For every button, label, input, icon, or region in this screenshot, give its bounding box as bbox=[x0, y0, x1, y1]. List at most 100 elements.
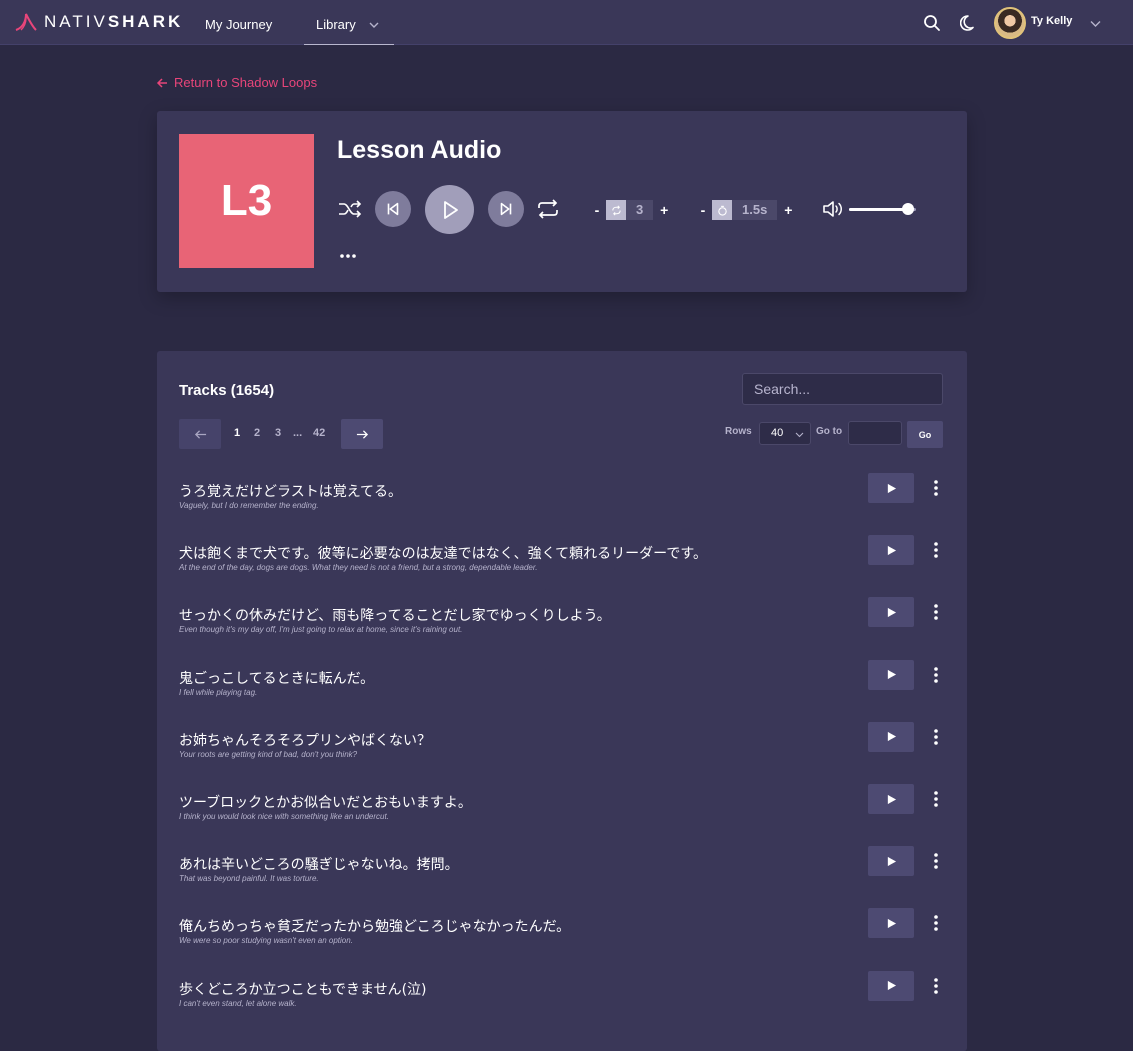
play-icon bbox=[887, 856, 896, 866]
track-more-button[interactable] bbox=[928, 850, 944, 872]
return-link-label: Return to Shadow Loops bbox=[174, 75, 318, 90]
goto-page-input[interactable] bbox=[848, 421, 902, 445]
track-translation-text: At the end of the day, dogs are dogs. Wh… bbox=[179, 563, 538, 573]
track-play-button[interactable] bbox=[868, 535, 914, 566]
volume-slider-fill bbox=[849, 208, 908, 211]
avatar[interactable] bbox=[994, 7, 1026, 39]
delay-decrease-button[interactable]: - bbox=[696, 202, 710, 218]
arrow-left-icon bbox=[156, 77, 167, 88]
track-japanese-text: ツーブロックとかお似合いだとおもいますよ。 bbox=[179, 795, 472, 811]
track-play-button[interactable] bbox=[868, 908, 914, 939]
more-vertical-icon bbox=[934, 853, 938, 869]
more-options-button[interactable] bbox=[337, 249, 359, 263]
track-more-button[interactable] bbox=[928, 726, 944, 748]
track-japanese-text: 俺んちめっちゃ貧乏だったから勉強どころじゃなかったんだ。 bbox=[179, 919, 571, 936]
track-more-button[interactable] bbox=[928, 975, 944, 997]
track-row: 犬は飽くまで犬です。彼等に必要なのは友達ではなく、強くて頼れるリーダーです。 At… bbox=[157, 535, 967, 605]
moon-icon[interactable] bbox=[959, 14, 978, 32]
search-icon[interactable] bbox=[923, 14, 941, 32]
loop-count-stepper: - 3 + bbox=[590, 200, 671, 220]
rows-per-page-select[interactable]: 40 bbox=[759, 422, 811, 445]
track-play-button[interactable] bbox=[868, 970, 914, 1001]
play-icon bbox=[443, 200, 458, 219]
pagination-prev-button[interactable] bbox=[179, 419, 221, 449]
track-japanese-text: 歩くどころか立つこともできません(泣) bbox=[179, 981, 427, 998]
more-vertical-icon bbox=[934, 480, 938, 496]
more-vertical-icon bbox=[934, 915, 938, 932]
repeat-icon bbox=[538, 199, 558, 219]
track-more-button[interactable] bbox=[928, 477, 944, 499]
next-track-button[interactable] bbox=[488, 191, 524, 227]
tracks-card: Tracks (1654) 1 2 3 ... 42 Rows 40 Go to… bbox=[157, 351, 967, 1051]
repeat-button[interactable] bbox=[535, 196, 561, 222]
play-button[interactable] bbox=[425, 185, 474, 234]
chevron-down-icon bbox=[795, 432, 804, 438]
track-more-button[interactable] bbox=[928, 912, 944, 934]
track-play-button[interactable] bbox=[868, 846, 914, 877]
track-row: 俺んちめっちゃ貧乏だったから勉強どころじゃなかったんだ。 We were so p… bbox=[157, 908, 967, 978]
loop-icon bbox=[606, 200, 626, 220]
track-row: お姉ちゃんそろそろプリンやばくない？ Your roots are getting… bbox=[157, 721, 967, 792]
delay-value: 1.5s bbox=[732, 200, 778, 220]
track-translation-text: Vaguely, but I do remember the ending. bbox=[179, 501, 319, 510]
play-icon bbox=[887, 545, 896, 555]
track-translation-text: Your roots are getting kind of bad, don'… bbox=[179, 749, 358, 759]
track-more-button[interactable] bbox=[928, 601, 944, 623]
skip-forward-icon bbox=[500, 202, 512, 216]
loop-decrease-button[interactable]: - bbox=[590, 202, 604, 218]
volume-button[interactable] bbox=[822, 199, 844, 219]
volume-slider-handle[interactable] bbox=[901, 203, 914, 215]
loop-count-value: 3 bbox=[626, 200, 654, 220]
player-title: Lesson Audio bbox=[337, 136, 502, 164]
track-play-button[interactable] bbox=[868, 721, 914, 752]
track-more-button[interactable] bbox=[928, 788, 944, 810]
return-link[interactable]: Return to Shadow Loops bbox=[156, 75, 317, 90]
pagination-page[interactable]: 2 bbox=[254, 427, 260, 439]
track-translation-text: We were so poor studying wasn't even an … bbox=[179, 936, 353, 946]
track-row: 歩くどころか立つこともできません(泣) I can't even stand, l… bbox=[157, 970, 967, 1041]
more-vertical-icon bbox=[934, 666, 938, 683]
pagination-page[interactable]: 1 bbox=[234, 427, 240, 439]
track-row: ツーブロックとかお似合いだとおもいますよ。 I think you would l… bbox=[157, 784, 967, 854]
delay-increase-button[interactable]: + bbox=[781, 202, 795, 218]
track-play-button[interactable] bbox=[868, 473, 914, 503]
track-play-button[interactable] bbox=[868, 784, 914, 814]
top-navbar: NATIVSHARK My Journey Library Ty Kelly bbox=[0, 0, 1133, 45]
loop-increase-button[interactable]: + bbox=[657, 202, 671, 218]
rows-label: Rows bbox=[725, 426, 752, 437]
previous-track-button[interactable] bbox=[375, 191, 411, 227]
shuffle-button[interactable] bbox=[337, 196, 363, 222]
rows-per-page-value: 40 bbox=[771, 427, 784, 439]
track-more-button[interactable] bbox=[928, 539, 944, 561]
pagination-next-button[interactable] bbox=[341, 419, 383, 449]
track-japanese-text: 鬼ごっこしてるときに転んだ。 bbox=[179, 670, 375, 687]
more-horizontal-icon bbox=[340, 254, 356, 258]
brand-name: NATIVSHARK bbox=[44, 12, 184, 31]
arrow-left-icon bbox=[194, 429, 206, 439]
user-name[interactable]: Ty Kelly bbox=[1031, 15, 1072, 27]
brand-logo[interactable]: NATIVSHARK bbox=[14, 12, 183, 32]
chevron-down-icon[interactable] bbox=[1090, 18, 1101, 29]
play-icon bbox=[887, 670, 896, 680]
track-translation-text: That was beyond painful. It was torture. bbox=[179, 874, 319, 884]
tracks-search-input[interactable] bbox=[742, 373, 943, 405]
track-translation-text: I fell while playing tag. bbox=[179, 687, 258, 697]
pagination-page[interactable]: 3 bbox=[275, 427, 281, 439]
tracks-title: Tracks (1654) bbox=[179, 382, 275, 399]
shuffle-icon bbox=[339, 200, 362, 218]
go-button[interactable]: Go bbox=[907, 421, 943, 448]
shark-fin-icon bbox=[15, 13, 37, 31]
track-play-button[interactable] bbox=[868, 659, 914, 690]
pagination-page[interactable]: 42 bbox=[313, 427, 325, 439]
track-translation-text: Even though it's my day off, I'm just go… bbox=[179, 625, 463, 635]
skip-back-icon bbox=[387, 202, 399, 216]
track-japanese-text: あれは辛いどころの騒ぎじゃないね。拷問。 bbox=[179, 857, 459, 874]
nav-library[interactable]: Library bbox=[304, 0, 394, 45]
delay-stepper: - 1.5s + bbox=[696, 200, 795, 220]
track-more-button[interactable] bbox=[928, 664, 944, 686]
play-icon bbox=[887, 607, 896, 617]
track-play-button[interactable] bbox=[868, 597, 914, 628]
arrow-right-icon bbox=[356, 429, 368, 439]
pagination-ellipsis: ... bbox=[293, 427, 303, 439]
nav-my-journey[interactable]: My Journey bbox=[205, 0, 272, 45]
